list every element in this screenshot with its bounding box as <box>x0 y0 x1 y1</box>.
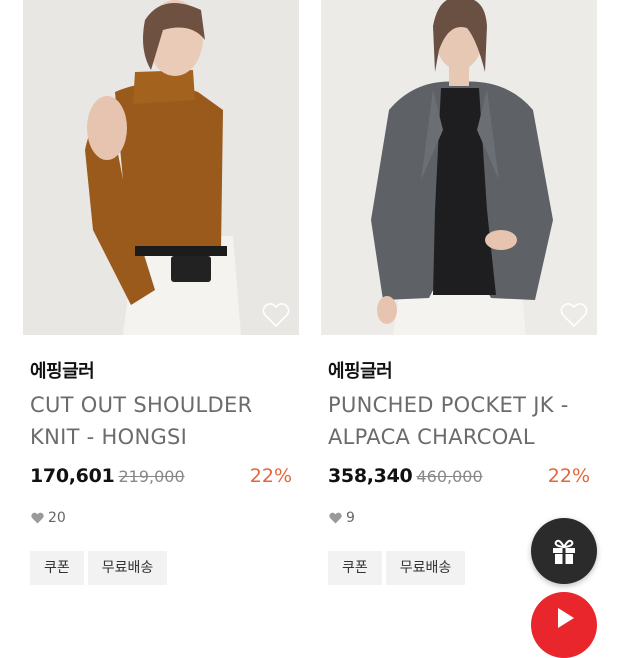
wishlist-heart-icon[interactable] <box>560 302 588 328</box>
discount-rate: 22% <box>249 465 292 487</box>
original-price: 460,000 <box>416 467 483 486</box>
like-count: 9 <box>329 510 355 526</box>
wishlist-heart-icon[interactable] <box>262 302 290 328</box>
heart-icon <box>31 512 44 524</box>
original-price: 219,000 <box>118 467 185 486</box>
sale-price: 358,340 <box>328 465 413 487</box>
play-icon <box>558 608 574 628</box>
product-image[interactable] <box>321 0 597 335</box>
like-count-value: 9 <box>346 510 355 526</box>
heart-icon <box>329 512 342 524</box>
product-image[interactable] <box>23 0 299 335</box>
gift-icon <box>553 539 575 564</box>
tag-list: 쿠폰 무료배송 <box>328 551 466 585</box>
product-card[interactable]: 에핑글러 PUNCHED POCKET JK - ALPACA CHARCOAL… <box>321 0 597 585</box>
brand-name[interactable]: 에핑글러 <box>328 357 393 383</box>
price-row: 170,601 219,000 22% <box>30 465 292 493</box>
tag-list: 쿠폰 무료배송 <box>30 551 168 585</box>
gift-button[interactable] <box>531 518 597 584</box>
coupon-tag: 쿠폰 <box>328 551 382 585</box>
like-count-value: 20 <box>48 510 66 526</box>
price-row: 358,340 460,000 22% <box>328 465 590 493</box>
product-title[interactable]: PUNCHED POCKET JK - ALPACA CHARCOAL <box>328 389 596 453</box>
model-charcoal-jacket-photo <box>321 0 597 335</box>
free-shipping-tag: 무료배송 <box>87 551 168 585</box>
sale-price: 170,601 <box>30 465 115 487</box>
free-shipping-tag: 무료배송 <box>385 551 466 585</box>
product-card[interactable]: 에핑글러 CUT OUT SHOULDER KNIT - HONGSI 170,… <box>23 0 299 585</box>
product-title[interactable]: CUT OUT SHOULDER KNIT - HONGSI <box>30 389 298 453</box>
play-button[interactable] <box>531 592 597 658</box>
model-brown-knit-photo <box>23 0 299 335</box>
discount-rate: 22% <box>547 465 590 487</box>
like-count: 20 <box>31 510 66 526</box>
brand-name[interactable]: 에핑글러 <box>30 357 95 383</box>
coupon-tag: 쿠폰 <box>30 551 84 585</box>
